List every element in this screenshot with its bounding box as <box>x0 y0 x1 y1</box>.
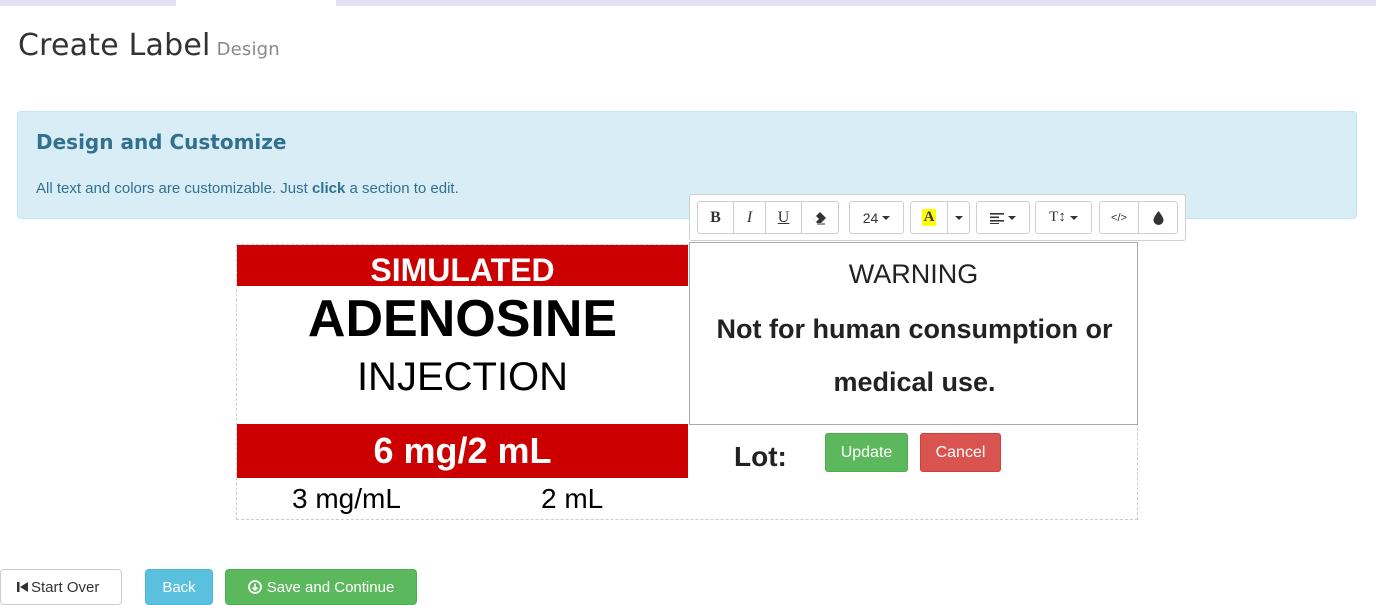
chevron-down-icon <box>882 215 891 220</box>
chevron-down-icon <box>1069 215 1078 220</box>
editor-toolbar: B I U 24 A T↕ </> <box>689 194 1186 241</box>
font-size-dropdown[interactable]: 24 <box>849 201 904 234</box>
info-text-after: a section to edit. <box>345 180 459 197</box>
chevron-down-icon <box>954 215 963 220</box>
font-size-group: 24 <box>849 201 904 234</box>
save-continue-label: Save and Continue <box>266 578 395 596</box>
page-title: Create Label Design <box>18 28 280 63</box>
start-over-label: Start Over <box>31 578 100 596</box>
page-title-text: Create Label <box>18 28 211 63</box>
label-banner[interactable]: SIMULATED <box>237 245 688 286</box>
underline-button[interactable]: U <box>765 201 802 234</box>
text-height-icon: T↕ <box>1049 209 1066 225</box>
back-button[interactable]: Back <box>145 569 213 605</box>
warning-editor[interactable]: WARNING Not for human consumption or med… <box>689 242 1138 425</box>
underline-icon: U <box>777 208 790 226</box>
droplet-icon <box>1153 210 1163 225</box>
align-left-icon <box>990 212 1004 224</box>
color-dropdown-toggle[interactable] <box>947 201 970 234</box>
eraser-icon <box>813 211 826 224</box>
label-concentration[interactable]: 3 mg/mL <box>292 483 401 515</box>
warning-title[interactable]: WARNING <box>690 259 1137 290</box>
page-subtitle: Design <box>216 39 280 60</box>
chevron-down-icon <box>1008 215 1016 220</box>
bold-button[interactable]: B <box>697 201 734 234</box>
update-button[interactable]: Update <box>825 433 908 472</box>
misc-group: </> <box>1099 201 1178 234</box>
highlight-icon: A <box>921 209 937 226</box>
italic-button[interactable]: I <box>733 201 766 234</box>
color-group: A <box>910 201 970 234</box>
code-icon: </> <box>1111 211 1127 224</box>
lot-label[interactable]: Lot: <box>734 441 787 473</box>
color-picker-button[interactable] <box>1138 201 1178 234</box>
info-text: All text and colors are customizable. Ju… <box>36 180 459 197</box>
highlight-color-button[interactable]: A <box>910 201 948 234</box>
save-continue-button[interactable]: Save and Continue <box>225 569 417 605</box>
italic-icon: I <box>746 208 753 226</box>
info-heading: Design and Customize <box>36 130 287 154</box>
font-size-value: 24 <box>862 209 879 226</box>
clear-format-button[interactable] <box>801 201 839 234</box>
label-dosage-form[interactable]: INJECTION <box>237 352 688 402</box>
format-group: B I U <box>697 201 839 234</box>
cancel-button[interactable]: Cancel <box>920 433 1001 472</box>
start-over-button[interactable]: Start Over <box>0 569 122 605</box>
label-drug-name[interactable]: ADENOSINE <box>237 287 688 351</box>
info-text-before: All text and colors are customizable. Ju… <box>36 180 312 197</box>
top-tab-strip <box>0 0 1376 6</box>
align-dropdown[interactable] <box>976 201 1030 234</box>
info-text-bold: click <box>311 180 346 197</box>
height-group: T↕ <box>1035 201 1092 234</box>
line-height-dropdown[interactable]: T↕ <box>1035 201 1092 234</box>
active-tab[interactable] <box>176 0 336 6</box>
code-view-button[interactable]: </> <box>1099 201 1139 234</box>
paragraph-group <box>976 201 1030 234</box>
circle-arrow-icon <box>247 580 262 594</box>
label-volume[interactable]: 2 mL <box>541 483 603 515</box>
step-backward-icon <box>17 582 28 592</box>
label-strength[interactable]: 6 mg/2 mL <box>237 424 688 478</box>
bold-icon: B <box>710 208 721 226</box>
warning-text[interactable]: Not for human consumption or medical use… <box>700 303 1129 409</box>
